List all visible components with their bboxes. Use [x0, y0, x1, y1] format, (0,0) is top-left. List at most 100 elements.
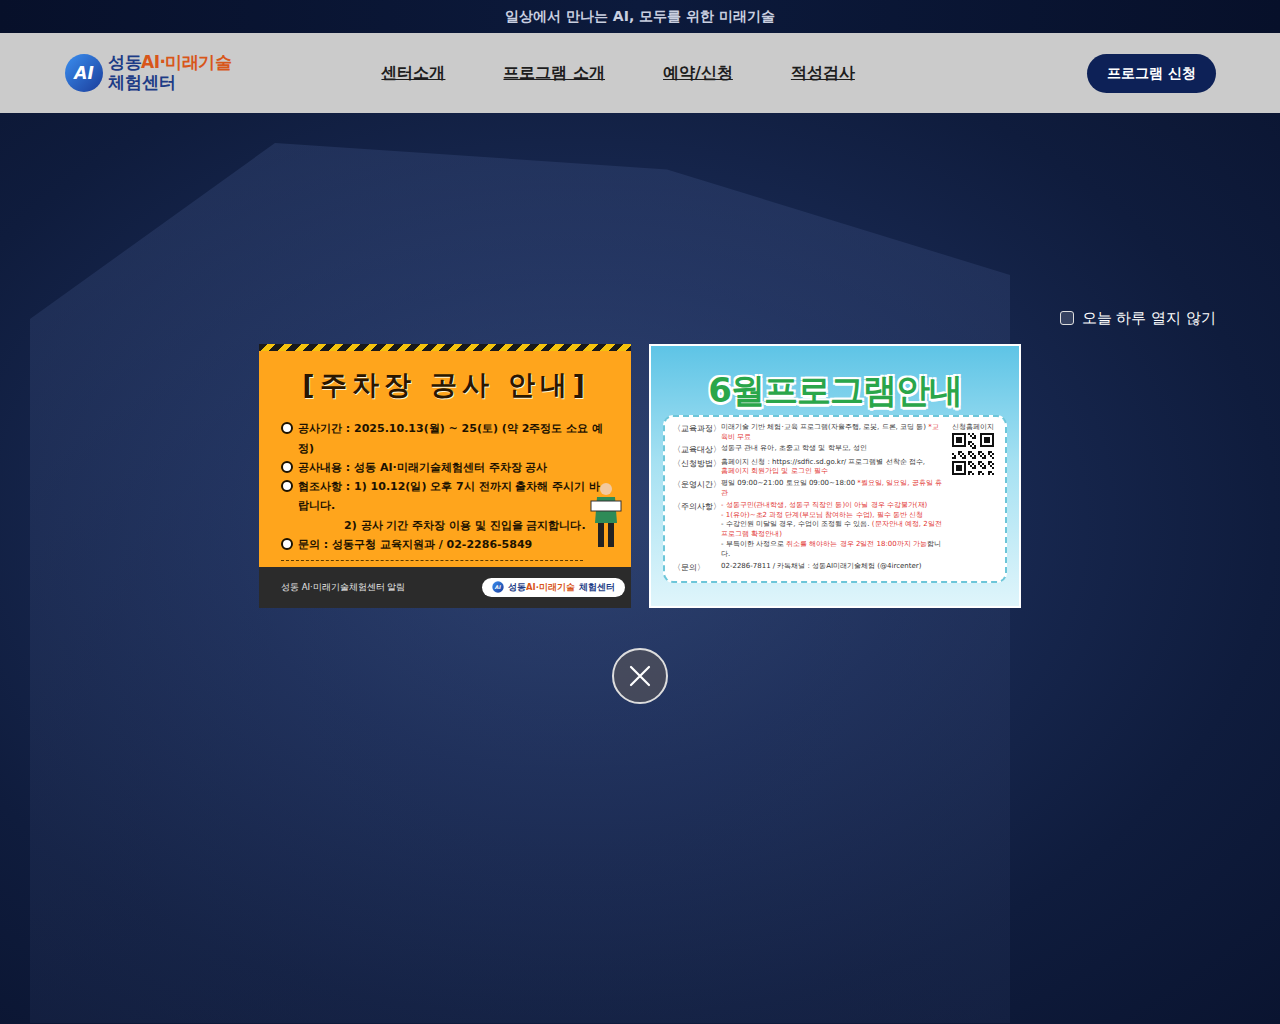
logo-part: 성동 — [108, 52, 141, 72]
top-banner: 일상에서 만나는 AI, 모두를 위한 미래기술 — [0, 0, 1280, 33]
line-segment: 필수 동반 신청 — [877, 511, 923, 519]
info-row: 〈문의〉02-2286-7811 / 카톡채널 : 성동AI미래기술체험 (@4… — [673, 562, 945, 573]
line-text: 협조사항 : 1) 10.12(일) 오후 7시 전까지 출차해 주시기 바랍니… — [298, 477, 611, 516]
row-line: 성동구 관내 유아, 초중고 학생 및 학부모, 성인 — [721, 444, 945, 454]
badge-part: 성동 — [508, 582, 526, 592]
site-header: AI 성동AI·미래기술체험센터 센터소개 프로그램 소개 예약/신청 적성검사 프로그램 … — [0, 33, 1280, 113]
checkbox-label: 오늘 하루 열지 않기 — [1082, 307, 1216, 330]
line-segment: 홈페이지 회원가입 및 로그인 필수 — [721, 467, 828, 475]
popup-cards: [주차장 공사 안내] 공사기간 : 2025.10.13(월) ~ 25(토) … — [259, 344, 1021, 608]
notice-line: 공사내용 : 성동 AI·미래기술체험센터 주차장 공사 — [281, 458, 611, 477]
dashed-rule — [281, 560, 583, 561]
notice-line: 협조사항 : 1) 10.12(일) 오후 7시 전까지 출차해 주시기 바랍니… — [281, 477, 611, 516]
bullet-icon — [281, 538, 293, 550]
badge-part: 체험센터 — [579, 582, 615, 592]
line-segment: 홈페이지 신청 : https://sdfic.sd.go.kr/ 프로그램별 … — [721, 458, 925, 466]
row-label: 〈신청방법〉 — [673, 458, 721, 478]
row-line: 홈페이지 회원가입 및 로그인 필수 — [721, 467, 945, 477]
banner-text: 일상에서 만나는 AI, 모두를 위한 미래기술 — [505, 6, 775, 27]
main-nav: 센터소개 프로그램 소개 예약/신청 적성검사 — [381, 61, 854, 85]
notice-body: 6월프로그램안내 〈교육과정〉미래기술 기반 체험·교육 프로그램(자율주행, 로… — [651, 346, 1019, 606]
notice-line: 공사기간 : 2025.10.13(월) ~ 25(토) (약 2주정도 소요 … — [281, 419, 611, 458]
svg-text:AI: AI — [494, 584, 501, 590]
logo-line: 체험센터 — [108, 73, 231, 93]
row-content: 미래기술 기반 체험·교육 프로그램(자율주행, 로봇, 드론, 코딩 등) *… — [721, 423, 945, 443]
logo-text: 성동AI·미래기술체험센터 — [108, 53, 231, 92]
qr-label: 신청홈페이지 — [949, 423, 997, 433]
logo-mark-icon: AI — [492, 581, 504, 593]
notice-title: [주차장 공사 안내] — [281, 365, 611, 406]
row-line: - 수강인원 미달일 경우, 수업이 조정될 수 있음. (문자안내 예정, 2… — [721, 520, 945, 540]
dont-show-row: 오늘 하루 열지 않기 — [0, 307, 1280, 330]
center-badge: AI 성동AI·미래기술 체험센터 — [482, 578, 625, 597]
row-line: 홈페이지 신청 : https://sdfic.sd.go.kr/ 프로그램별 … — [721, 458, 945, 468]
row-line: - 1(유아)~초2 과정 단계(부모님 참여하는 수업), 필수 동반 신청 — [721, 511, 945, 521]
notice-line: 2) 공사 기간 주차장 이용 및 진입을 금지합니다. — [281, 516, 611, 535]
bullet-icon — [281, 461, 293, 473]
qr-block[interactable]: 신청홈페이지 — [949, 423, 997, 575]
row-line: 미래기술 기반 체험·교육 프로그램(자율주행, 로봇, 드론, 코딩 등) *… — [721, 423, 945, 443]
notice-title: 6월프로그램안내 — [651, 372, 1019, 409]
logo-mark-icon: AI — [64, 53, 104, 93]
info-row: 〈교육과정〉미래기술 기반 체험·교육 프로그램(자율주행, 로봇, 드론, 코… — [673, 423, 945, 443]
row-label: 〈교육대상〉 — [673, 444, 721, 455]
line-segment: - 1(유아)~초2 과정 단계(부모님 참여하는 수업), — [721, 511, 877, 519]
svg-text:AI: AI — [72, 63, 93, 83]
row-line: 평일 09:00~21:00 토요일 09:00~18:00 *월요일, 일요일… — [721, 479, 945, 499]
logo-part: AI·미래기술 — [141, 52, 231, 72]
worker-icon — [589, 479, 623, 549]
close-button[interactable] — [612, 648, 668, 704]
info-box: 〈교육과정〉미래기술 기반 체험·교육 프로그램(자율주행, 로봇, 드론, 코… — [663, 415, 1007, 583]
dont-show-checkbox[interactable]: 오늘 하루 열지 않기 — [1060, 307, 1216, 330]
line-text: 문의 : 성동구청 교육지원과 / 02-2286-5849 — [298, 535, 532, 554]
footer-text: 성동 AI·미래기술체험센터 알림 — [281, 581, 405, 594]
row-label: 〈운영시간〉 — [673, 479, 721, 499]
qr-code-icon — [952, 433, 994, 475]
logo-line: 성동AI·미래기술 — [108, 53, 231, 73]
line-segment: - 수강인원 미달일 경우, 수업이 조정될 수 있음. — [721, 520, 872, 528]
program-notice[interactable]: 6월프로그램안내 〈교육과정〉미래기술 기반 체험·교육 프로그램(자율주행, 로… — [649, 344, 1021, 608]
line-segment: 평일 09:00~21:00 토요일 09:00~18:00 — [721, 479, 857, 487]
row-content: - 성동구민(관내학생, 성동구 직장인 등)이 아닐 경우 수강불가(재) - … — [721, 501, 945, 560]
line-segment: 미래기술 기반 체험·교육 프로그램(자율주행, 로봇, 드론, 코딩 등) — [721, 423, 928, 431]
row-line: 02-2286-7811 / 카톡채널 : 성동AI미래기술체험 (@4irce… — [721, 562, 945, 572]
nav-item[interactable]: 센터소개 — [381, 61, 445, 85]
row-label: 〈주의사항〉 — [673, 501, 721, 560]
row-label: 〈문의〉 — [673, 562, 721, 573]
nav-item[interactable]: 예약/신청 — [663, 61, 733, 85]
row-content: 평일 09:00~21:00 토요일 09:00~18:00 *월요일, 일요일… — [721, 479, 945, 499]
hero-image — [0, 113, 1280, 1024]
line-text: 2) 공사 기간 주차장 이용 및 진입을 금지합니다. — [344, 516, 586, 535]
badge-text: 성동AI·미래기술 체험센터 — [508, 581, 615, 594]
row-line: - 성동구민(관내학생, 성동구 직장인 등)이 아닐 경우 수강불가(재) — [721, 501, 945, 511]
hazard-stripe — [259, 344, 631, 351]
popup-layer: 오늘 하루 열지 않기 [주차장 공사 안내] 공사기간 : 2025.10.13(… — [0, 307, 1280, 704]
apply-button[interactable]: 프로그램 신청 — [1087, 54, 1216, 93]
info-row: 〈운영시간〉평일 09:00~21:00 토요일 09:00~18:00 *월요… — [673, 479, 945, 499]
row-line: - 부득이한 사정으로 취소를 해야하는 경우 2일전 18:00까지 가능합니… — [721, 540, 945, 560]
badge-part: AI·미래기술 — [526, 582, 575, 592]
site-logo[interactable]: AI 성동AI·미래기술체험센터 — [64, 53, 231, 93]
line-segment: 02-2286-7811 / 카톡채널 : 성동AI미래기술체험 (@4irce… — [721, 562, 921, 570]
line-text: 공사내용 : 성동 AI·미래기술체험센터 주차장 공사 — [298, 458, 547, 477]
info-rows: 〈교육과정〉미래기술 기반 체험·교육 프로그램(자율주행, 로봇, 드론, 코… — [673, 423, 945, 575]
info-row: 〈신청방법〉홈페이지 신청 : https://sdfic.sd.go.kr/ … — [673, 458, 945, 478]
row-label: 〈교육과정〉 — [673, 423, 721, 443]
parking-notice[interactable]: [주차장 공사 안내] 공사기간 : 2025.10.13(월) ~ 25(토) … — [259, 344, 631, 608]
row-content: 02-2286-7811 / 카톡채널 : 성동AI미래기술체험 (@4irce… — [721, 562, 945, 573]
line-segment: 성동구 관내 유아, 초중고 학생 및 학부모, 성인 — [721, 444, 867, 452]
line-text: 공사기간 : 2025.10.13(월) ~ 25(토) (약 2주정도 소요 … — [298, 419, 611, 458]
line-segment: 취소를 해야하는 경우 2일전 18:00까지 가능 — [786, 540, 927, 548]
info-row: 〈교육대상〉성동구 관내 유아, 초중고 학생 및 학부모, 성인 — [673, 444, 945, 455]
notice-line: 문의 : 성동구청 교육지원과 / 02-2286-5849 — [281, 535, 611, 554]
checkbox-box[interactable] — [1060, 311, 1074, 325]
notice-body: [주차장 공사 안내] 공사기간 : 2025.10.13(월) ~ 25(토) … — [259, 351, 631, 567]
nav-item[interactable]: 프로그램 소개 — [503, 61, 605, 85]
bullet-icon — [281, 480, 293, 492]
line-segment: - 성동구민(관내학생, 성동구 직장인 등)이 아닐 경우 수강불가(재) — [721, 501, 927, 509]
notice-footer: 성동 AI·미래기술체험센터 알림 AI 성동AI·미래기술 체험센터 — [259, 567, 631, 607]
info-row: 〈주의사항〉- 성동구민(관내학생, 성동구 직장인 등)이 아닐 경우 수강불… — [673, 501, 945, 560]
line-segment: - 부득이한 사정으로 — [721, 540, 786, 548]
nav-item[interactable]: 적성검사 — [791, 61, 855, 85]
close-icon — [628, 664, 652, 688]
